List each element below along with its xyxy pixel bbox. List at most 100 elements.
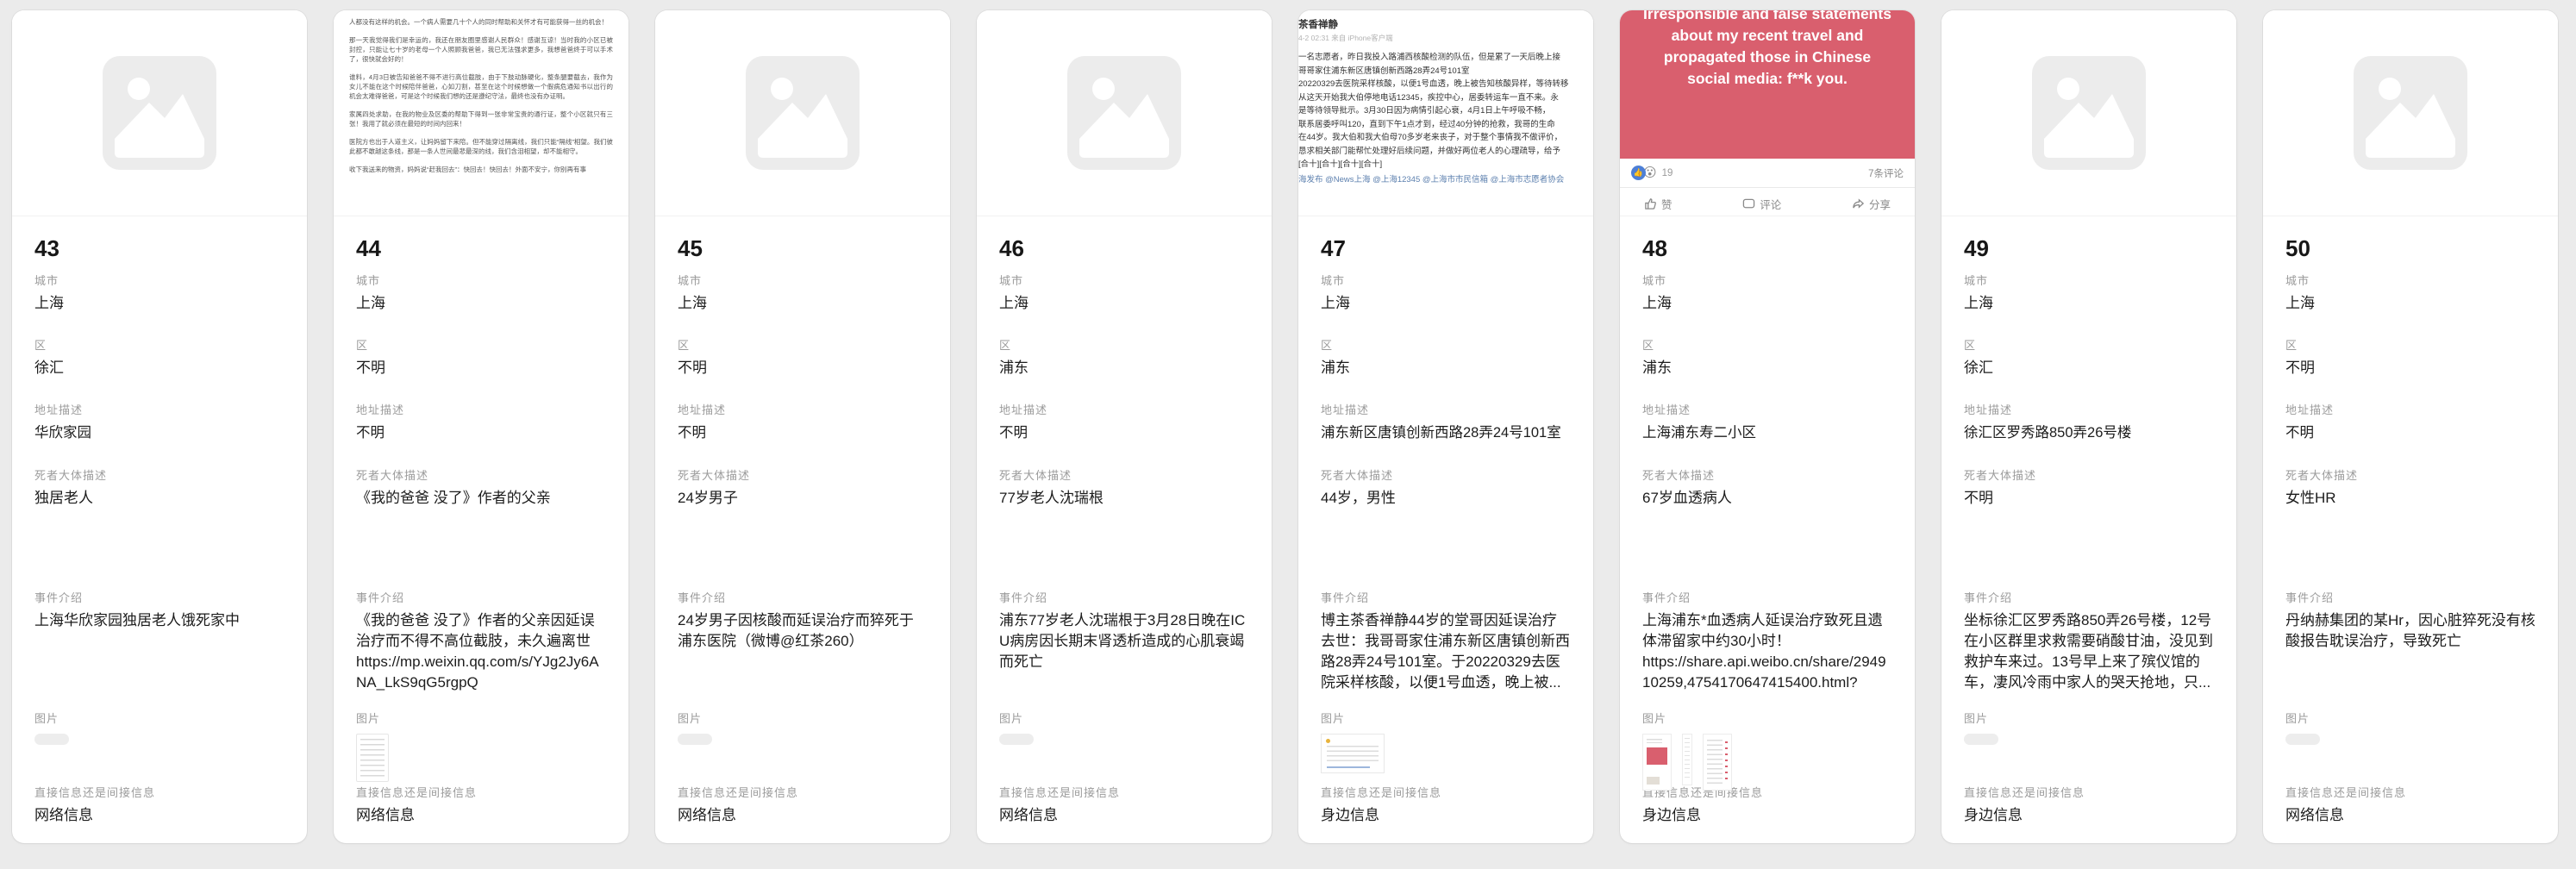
image-thumbnail-pill[interactable]	[2285, 734, 2320, 745]
image-placeholder-icon	[2263, 10, 2558, 216]
image-thumbnail-weibo[interactable]	[1321, 734, 1385, 773]
field-label: 区	[1642, 338, 1892, 353]
field-label: 区	[678, 338, 928, 353]
weibo-text-line: 哥哥家住浦东新区唐镇创新西路28弄24号101室	[1298, 65, 1593, 78]
record-card[interactable]: 49 城市 上海 区 徐汇 地址描述 徐汇区罗秀路850弄26号楼 死者大体描述…	[1941, 10, 2236, 843]
image-thumbnail-pill[interactable]	[34, 734, 69, 745]
field-label: 城市	[1964, 273, 2214, 289]
screenshot-paragraph: 谁料，4月3日被告知爸爸不得不进行高位截肢，由于下肢动脉硬化，整条腿要截去，我作…	[349, 72, 613, 101]
field-city: 城市 上海	[1321, 273, 1571, 338]
field-victim-description: 死者大体描述 67岁血透病人	[1642, 468, 1892, 591]
image-thumbnail-pill[interactable]	[999, 734, 1034, 745]
field-label: 城市	[34, 273, 284, 289]
field-label: 区	[1321, 338, 1571, 353]
district-value: 浦东	[1321, 358, 1571, 378]
address-value: 浦东新区唐镇创新西路28弄24号101室	[1321, 422, 1571, 443]
field-label: 城市	[1642, 273, 1892, 289]
victim-value: 67岁血透病人	[1642, 488, 1892, 509]
image-thumbnail-group[interactable]	[1642, 734, 1732, 791]
victim-value: 24岁男子	[678, 488, 928, 509]
field-district: 区 浦东	[1642, 338, 1892, 403]
event-value: 博主茶香禅静44岁的堂哥因延误治疗去世：我哥哥家住浦东新区唐镇创新西路28弄24…	[1321, 610, 1571, 693]
field-label: 图片	[356, 711, 606, 727]
record-card[interactable]: Irresponsible and false statements about…	[1620, 10, 1915, 843]
weibo-mentions: 海发布 @News上海 @上海12345 @上海市市民信箱 @上海市志愿者协会	[1298, 173, 1593, 187]
field-event-intro: 事件介绍 《我的爸爸 没了》作者的父亲因延误治疗而不得不高位截肢，未久遍离世 h…	[356, 591, 606, 711]
text-screenshot: 人都没有这样的机会。一个病人需要几十个人的同时帮助和关怀才有可能获得一丝的机会！…	[334, 10, 628, 174]
field-image: 图片	[2285, 711, 2535, 785]
record-card[interactable]: 茶香禅静 4-2 02:31 来自 iPhone客户端 一名志愿者，昨日我投入路…	[1298, 10, 1593, 843]
field-city: 城市 上海	[1964, 273, 2214, 338]
field-address: 地址描述 上海浦东寿二小区	[1642, 403, 1892, 468]
field-victim-description: 死者大体描述 女性HR	[2285, 468, 2535, 591]
image-thumbnail-pill[interactable]	[1964, 734, 1998, 745]
district-value: 徐汇	[1964, 358, 2214, 378]
card-grid: 43 城市 上海 区 徐汇 地址描述 华欣家园 死者大体描述 独居老人 事件介绍…	[0, 0, 2576, 853]
image-thumbnails[interactable]	[678, 734, 928, 745]
field-city: 城市 上海	[1642, 273, 1892, 338]
field-event-intro: 事件介绍 24岁男子因核酸而延误治疗而猝死于浦东医院（微博@红茶260）	[678, 591, 928, 711]
weibo-screenshot: 茶香禅静 4-2 02:31 来自 iPhone客户端 一名志愿者，昨日我投入路…	[1298, 10, 1593, 186]
weibo-text-line: [合十][合十][合十][合十]	[1298, 158, 1593, 172]
image-thumbnail-2[interactable]	[1682, 734, 1692, 785]
record-card[interactable]: 45 城市 上海 区 不明 地址描述 不明 死者大体描述 24岁男子 事件介绍 …	[655, 10, 950, 843]
record-card[interactable]: 43 城市 上海 区 徐汇 地址描述 华欣家园 死者大体描述 独居老人 事件介绍…	[12, 10, 307, 843]
event-value: 坐标徐汇区罗秀路850弄26号楼，12号在小区群里求救需要硝酸甘油，没见到救护车…	[1964, 610, 2214, 693]
event-value: 24岁男子因核酸而延误治疗而猝死于浦东医院（微博@红茶260）	[678, 610, 928, 652]
city-value: 上海	[34, 293, 284, 314]
image-thumbnail-1[interactable]	[1642, 734, 1672, 791]
image-thumbnail-3[interactable]	[1703, 734, 1732, 791]
image-thumbnail-pill[interactable]	[678, 734, 712, 745]
facebook-reactions: 👍 😮 19	[1631, 166, 1673, 180]
city-value: 上海	[1642, 293, 1892, 314]
card-cover: 茶香禅静 4-2 02:31 来自 iPhone客户端 一名志愿者，昨日我投入路…	[1298, 10, 1593, 216]
field-label: 死者大体描述	[1321, 468, 1571, 484]
field-district: 区 不明	[356, 338, 606, 403]
field-label: 图片	[999, 711, 1249, 727]
record-number: 47	[1321, 216, 1571, 263]
field-district: 区 不明	[678, 338, 928, 403]
field-direct-or-indirect: 直接信息还是间接信息 身边信息	[1642, 785, 1892, 826]
record-card[interactable]: 50 城市 上海 区 不明 地址描述 不明 死者大体描述 女性HR 事件介绍 丹…	[2263, 10, 2558, 843]
card-cover: 人都没有这样的机会。一个病人需要几十个人的同时帮助和关怀才有可能获得一丝的机会！…	[334, 10, 628, 216]
field-label: 直接信息还是间接信息	[2285, 785, 2535, 801]
record-card[interactable]: 46 城市 上海 区 浦东 地址描述 不明 死者大体描述 77岁老人沈瑞根 事件…	[977, 10, 1272, 843]
field-label: 区	[1964, 338, 2214, 353]
field-label: 图片	[678, 711, 928, 727]
field-image: 图片	[1642, 711, 1892, 785]
comment-icon	[1742, 197, 1755, 210]
weibo-text-line: 在44岁。我大伯和我大伯母70多岁老来丧子，对于整个事情我不做评价，	[1298, 131, 1593, 145]
card-cover	[655, 10, 950, 216]
field-city: 城市 上海	[2285, 273, 2535, 338]
image-thumbnail-document[interactable]	[356, 734, 389, 782]
image-thumbnails[interactable]	[1321, 734, 1571, 773]
field-image: 图片	[356, 711, 606, 785]
field-event-intro: 事件介绍 博主茶香禅静44岁的堂哥因延误治疗去世：我哥哥家住浦东新区唐镇创新西路…	[1321, 591, 1571, 711]
card-body: 48 城市 上海 区 浦东 地址描述 上海浦东寿二小区 死者大体描述 67岁血透…	[1620, 216, 1915, 826]
field-label: 死者大体描述	[34, 468, 284, 484]
field-label: 直接信息还是间接信息	[356, 785, 606, 801]
field-victim-description: 死者大体描述 不明	[1964, 468, 2214, 591]
field-event-intro: 事件介绍 浦东77岁老人沈瑞根于3月28日晚在ICU病房因长期末肾透析造成的心肌…	[999, 591, 1249, 711]
field-event-intro: 事件介绍 坐标徐汇区罗秀路850弄26号楼，12号在小区群里求救需要硝酸甘油，没…	[1964, 591, 2214, 711]
direct-value: 身边信息	[1642, 805, 1892, 826]
field-district: 区 浦东	[999, 338, 1249, 403]
field-image: 图片	[678, 711, 928, 785]
image-thumbnails[interactable]	[999, 734, 1249, 745]
field-label: 图片	[2285, 711, 2535, 727]
field-event-intro: 事件介绍 上海华欣家园独居老人饿死家中	[34, 591, 284, 711]
image-thumbnails[interactable]	[2285, 734, 2535, 745]
image-thumbnails[interactable]	[1642, 734, 1892, 791]
field-city: 城市 上海	[999, 273, 1249, 338]
field-label: 图片	[1321, 711, 1571, 727]
record-card[interactable]: 人都没有这样的机会。一个病人需要几十个人的同时帮助和关怀才有可能获得一丝的机会！…	[334, 10, 628, 843]
field-image: 图片	[999, 711, 1249, 785]
screenshot-paragraph: 收下我送来的物资，妈妈说“赶我回去”：快回去！快回去！外面不安宁，你别再有事	[349, 165, 613, 174]
field-victim-description: 死者大体描述 《我的爸爸 没了》作者的父亲	[356, 468, 606, 591]
district-value: 徐汇	[34, 358, 284, 378]
image-thumbnails[interactable]	[1964, 734, 2214, 745]
image-thumbnails[interactable]	[356, 734, 606, 782]
field-label: 死者大体描述	[1642, 468, 1892, 484]
image-thumbnails[interactable]	[34, 734, 284, 745]
victim-value: 独居老人	[34, 488, 284, 509]
